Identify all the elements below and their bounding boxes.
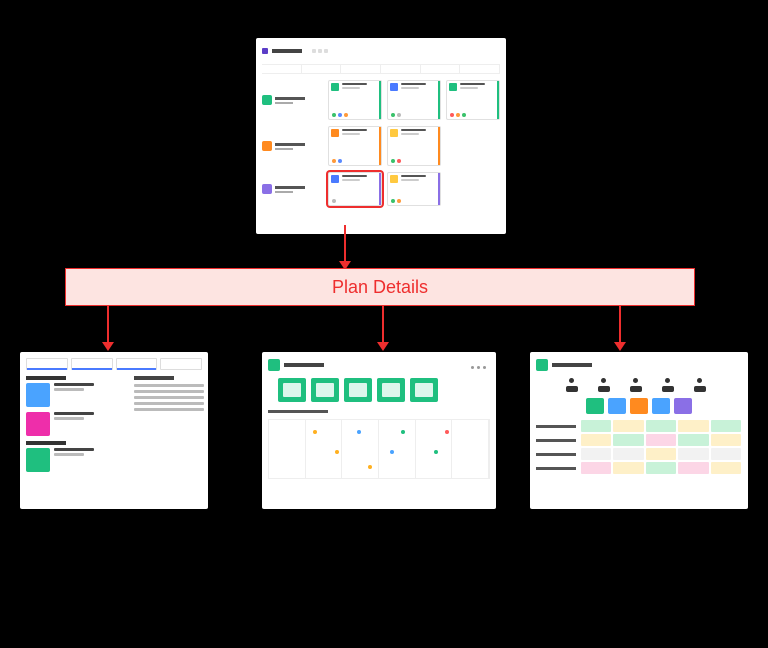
- row-label-purple: [262, 172, 322, 206]
- row-color-swatch: [262, 141, 272, 151]
- plan-card[interactable]: [328, 80, 382, 120]
- plan-card[interactable]: [387, 172, 441, 206]
- schedule-tile[interactable]: [377, 378, 405, 402]
- flow-arrow: [373, 306, 393, 352]
- schedule-icon: [268, 359, 280, 371]
- plan-overview-header: [262, 44, 500, 58]
- flow-arrow: [335, 225, 355, 271]
- plan-row-green: [262, 80, 500, 120]
- app-title-placeholder: [272, 49, 302, 53]
- row-color-swatch: [262, 184, 272, 194]
- exercise-icon: [598, 378, 616, 392]
- schedule-tile[interactable]: [278, 378, 306, 402]
- summary-item[interactable]: [26, 412, 202, 436]
- category-row: [536, 398, 742, 414]
- exercise-icon: [662, 378, 680, 392]
- summary-tabs: [26, 358, 202, 370]
- schedule-tile[interactable]: [410, 378, 438, 402]
- detail-screenshot-matrix: [530, 352, 748, 509]
- plan-card[interactable]: [387, 126, 441, 166]
- exercise-icon: [694, 378, 712, 392]
- row-color-swatch: [262, 95, 272, 105]
- row-label-orange: [262, 126, 322, 166]
- plan-details-label: Plan Details: [332, 277, 428, 298]
- schedule-subtitle: [268, 410, 328, 413]
- schedule-grid: [268, 419, 490, 479]
- matrix-grid: [536, 420, 742, 474]
- item-tile-icon: [26, 412, 50, 436]
- toolbar-dots: [312, 49, 328, 53]
- exercise-icon: [566, 378, 584, 392]
- detail-screenshot-summary: [20, 352, 208, 509]
- schedule-tile[interactable]: [311, 378, 339, 402]
- category-tile[interactable]: [674, 398, 692, 414]
- schedule-header: [268, 358, 490, 372]
- detail-screenshot-schedule: [262, 352, 496, 509]
- item-tile-icon: [26, 448, 50, 472]
- more-icon[interactable]: [471, 366, 486, 369]
- plan-card-selected[interactable]: [328, 172, 382, 206]
- plan-card[interactable]: [446, 80, 500, 120]
- row-label-green: [262, 80, 322, 120]
- plan-details-banner: Plan Details: [65, 268, 695, 306]
- schedule-tiles: [278, 378, 490, 402]
- plan-row-purple: [262, 172, 500, 206]
- exercise-icon: [630, 378, 648, 392]
- app-icon: [262, 48, 268, 54]
- category-tile[interactable]: [608, 398, 626, 414]
- summary-item[interactable]: [26, 448, 202, 472]
- summary-side-panel: [134, 376, 204, 414]
- plan-overview-screenshot: [256, 38, 506, 234]
- category-tile[interactable]: [652, 398, 670, 414]
- schedule-tile[interactable]: [344, 378, 372, 402]
- exercise-icons-row: [536, 378, 742, 392]
- flow-arrow: [98, 306, 118, 352]
- plan-card[interactable]: [387, 80, 441, 120]
- category-tile[interactable]: [630, 398, 648, 414]
- flow-arrow: [610, 306, 630, 352]
- plan-row-orange: [262, 126, 500, 166]
- matrix-header: [536, 358, 742, 372]
- item-tile-icon: [26, 383, 50, 407]
- plan-card[interactable]: [328, 126, 382, 166]
- matrix-icon: [536, 359, 548, 371]
- category-tile[interactable]: [586, 398, 604, 414]
- timeline-scale: [262, 64, 500, 74]
